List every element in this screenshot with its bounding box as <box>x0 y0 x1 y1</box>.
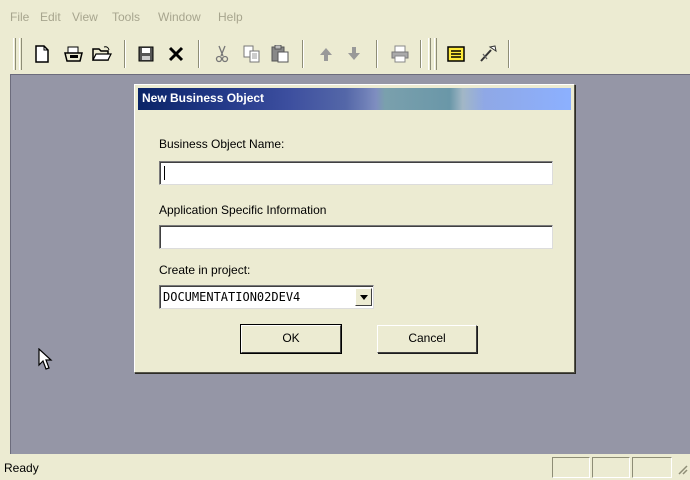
mouse-pointer-icon <box>38 347 54 375</box>
toolbar-separator <box>302 40 304 68</box>
toolbar-separator <box>508 40 510 68</box>
menu-edit[interactable]: Edit <box>40 10 61 24</box>
create-in-project-label: Create in project: <box>159 263 251 277</box>
menu-view[interactable]: View <box>72 10 98 24</box>
toolbar-separator <box>420 40 422 68</box>
toolbar-grip[interactable] <box>19 38 22 70</box>
open-folder-icon[interactable] <box>90 42 114 66</box>
ok-button[interactable]: OK <box>240 324 342 354</box>
status-text: Ready <box>4 461 39 475</box>
dialog-title: New Business Object <box>142 91 265 105</box>
toolbar-grip[interactable] <box>13 38 16 70</box>
toolbar <box>0 34 690 74</box>
copy-icon[interactable] <box>240 42 264 66</box>
menu-bar: File Edit View Tools Window Help <box>0 0 690 34</box>
status-panel <box>552 457 590 478</box>
status-bar: Ready <box>0 455 690 480</box>
save-icon[interactable] <box>134 42 158 66</box>
text-caret <box>164 166 165 180</box>
project-select-value: DOCUMENTATION02DEV4 <box>163 290 301 304</box>
business-object-name-field[interactable] <box>159 161 553 185</box>
menu-tools[interactable]: Tools <box>112 10 140 24</box>
cut-icon[interactable] <box>210 42 234 66</box>
toolbar-grip[interactable] <box>428 38 431 70</box>
move-up-icon[interactable] <box>314 42 338 66</box>
business-object-name-label: Business Object Name: <box>159 137 285 151</box>
menu-window[interactable]: Window <box>158 10 201 24</box>
new-document-icon[interactable] <box>30 42 54 66</box>
project-select[interactable]: DOCUMENTATION02DEV4 <box>159 285 374 309</box>
menu-help[interactable]: Help <box>218 10 243 24</box>
application-specific-information-label: Application Specific Information <box>159 203 327 217</box>
move-down-icon[interactable] <box>342 42 366 66</box>
application-specific-information-field[interactable] <box>159 225 553 249</box>
tools-icon[interactable] <box>476 42 500 66</box>
chevron-down-icon[interactable] <box>355 288 372 306</box>
paste-icon[interactable] <box>268 42 292 66</box>
print-icon[interactable] <box>388 42 412 66</box>
resize-grip-icon[interactable] <box>676 463 688 478</box>
toolbar-separator <box>124 40 126 68</box>
menu-file[interactable]: File <box>10 10 29 24</box>
toolbar-separator <box>376 40 378 68</box>
status-panel <box>632 457 672 478</box>
open-project-icon[interactable] <box>62 42 86 66</box>
new-business-object-dialog: New Business Object Business Object Name… <box>134 84 575 373</box>
properties-icon[interactable] <box>444 42 468 66</box>
delete-icon[interactable] <box>164 42 188 66</box>
dialog-title-bar[interactable]: New Business Object <box>138 88 571 110</box>
toolbar-separator <box>198 40 200 68</box>
toolbar-grip[interactable] <box>434 38 437 70</box>
status-panel <box>592 457 630 478</box>
cancel-button[interactable]: Cancel <box>377 325 477 353</box>
